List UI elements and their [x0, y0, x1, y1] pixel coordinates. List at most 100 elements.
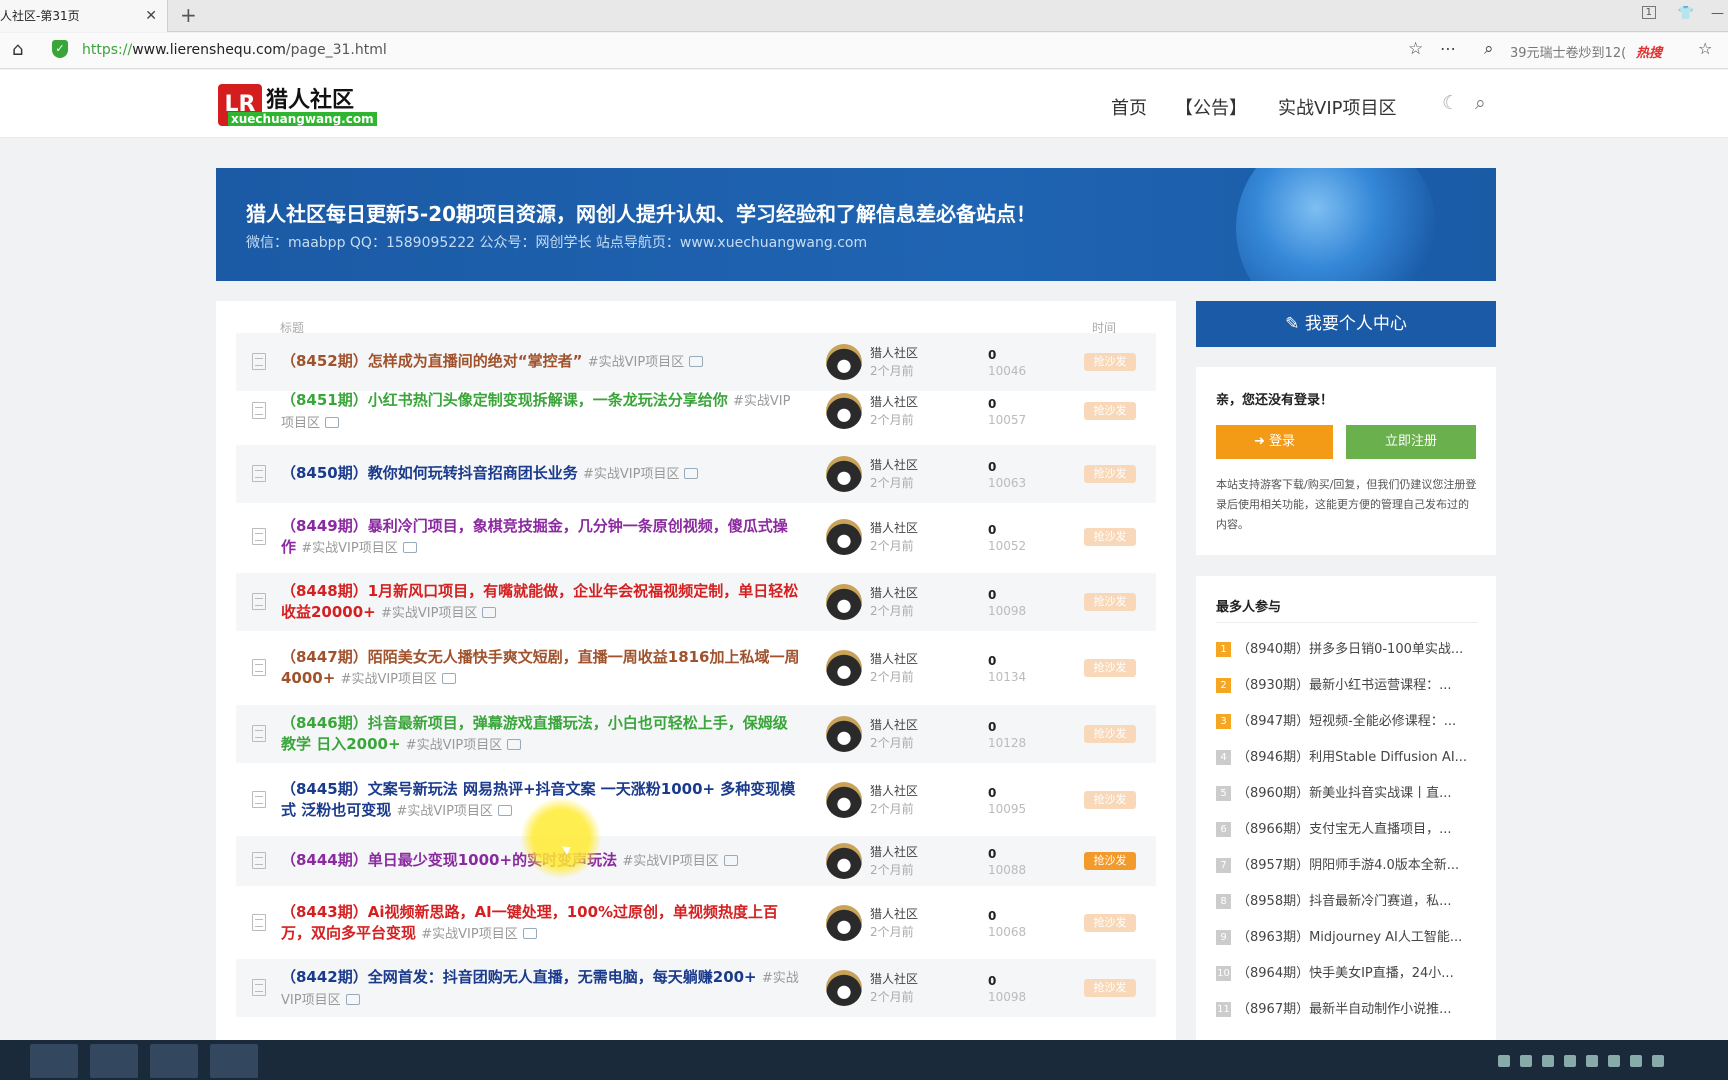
url-field[interactable]: https://www.lierenshequ.com/page_31.html — [82, 42, 387, 58]
sofa-badge[interactable]: 抢沙发 — [1084, 979, 1136, 997]
popular-item[interactable]: 7 （8957期）阴阳师手游4.0版本全新... — [1216, 854, 1486, 874]
post-title[interactable]: （8447期）陌陌美女无人播快手爽文短剧，直播一周收益1816加上私域一周400… — [281, 647, 801, 690]
post-title[interactable]: （8442期）全网首发：抖音团购无人直播，无需电脑，每天躺赚200+ #实战VI… — [281, 967, 801, 1011]
post-row[interactable]: （8447期）陌陌美女无人播快手爽文短剧，直播一周收益1816加上私域一周400… — [236, 639, 1156, 697]
sofa-badge[interactable]: 抢沙发 — [1084, 659, 1136, 677]
sofa-badge[interactable]: 抢沙发 — [1084, 353, 1136, 371]
post-title[interactable]: （8450期）教你如何玩转抖音招商团长业务 #实战VIP项目区 — [281, 463, 801, 485]
bookmark-star-icon[interactable]: ☆ — [1408, 39, 1423, 59]
avatar[interactable] — [826, 456, 862, 492]
post-tag[interactable]: #实战VIP项目区 — [583, 467, 679, 482]
post-row[interactable]: （8444期）单日最少变现1000+的实时变声玩法 #实战VIP项目区 猎人社区 2… — [236, 836, 1156, 886]
sofa-badge[interactable]: 抢沙发 — [1084, 465, 1136, 483]
sofa-badge[interactable]: 抢沙发 — [1084, 528, 1136, 546]
post-row[interactable]: （8448期）1月新风口项目，有嘴就能做，企业年会祝福视频定制，单日轻松收益20… — [236, 573, 1156, 631]
post-tag[interactable]: #实战VIP项目区 — [341, 672, 437, 687]
avatar[interactable] — [826, 519, 862, 555]
author-name[interactable]: 猎人社区 — [870, 344, 918, 361]
author-name[interactable]: 猎人社区 — [870, 650, 918, 667]
author-name[interactable]: 猎人社区 — [870, 519, 918, 536]
hot-search-label[interactable]: 热搜 — [1636, 42, 1662, 61]
post-row[interactable]: （8449期）暴利冷门项目，象棋竞技掘金，几分钟一条原创视频，傻瓜式操作 #实战… — [236, 508, 1156, 566]
popular-item[interactable]: 11 （8967期）最新半自动制作小说推... — [1216, 998, 1486, 1018]
avatar[interactable] — [826, 650, 862, 686]
taskbar-browser[interactable] — [210, 1044, 258, 1078]
login-button[interactable]: ➜ 登录 — [1216, 425, 1333, 459]
post-title[interactable]: （8451期）小红书热门头像定制变现拆解课，一条龙玩法分享给你 #实战VIP项目… — [281, 390, 801, 434]
avatar[interactable] — [826, 970, 862, 1006]
popular-item[interactable]: 5 （8960期）新美业抖音实战课丨直... — [1216, 782, 1486, 802]
post-row[interactable]: （8443期）Ai视频新思路，AI一键处理，100%过原创，单视频热度上百万，双… — [236, 894, 1156, 952]
popular-item[interactable]: 1 （8940期）拼多多日销0-100单实战... — [1216, 638, 1486, 658]
post-tag[interactable]: #实战VIP项目区 — [421, 927, 517, 942]
author-name[interactable]: 猎人社区 — [870, 843, 918, 860]
popular-item[interactable]: 3 （8947期）短视频-全能必修课程：... — [1216, 710, 1486, 730]
post-row[interactable]: （8446期）抖音最新项目，弹幕游戏直播玩法，小白也可轻松上手，保姆级教学 日入… — [236, 705, 1156, 763]
nav-home[interactable]: 首页 — [1111, 94, 1147, 120]
post-title[interactable]: （8452期）怎样成为直播间的绝对“掌控者” #实战VIP项目区 — [281, 351, 801, 373]
more-icon[interactable]: ⋯ — [1440, 39, 1456, 58]
register-button[interactable]: 立即注册 — [1346, 425, 1476, 459]
popular-item[interactable]: 10 （8964期）快手美女IP直播，24小... — [1216, 962, 1486, 982]
nav-vip-zone[interactable]: 实战VIP项目区 — [1278, 94, 1396, 120]
post-title[interactable]: （8449期）暴利冷门项目，象棋竞技掘金，几分钟一条原创视频，傻瓜式操作 #实战… — [281, 516, 801, 559]
sofa-badge[interactable]: 抢沙发 — [1084, 852, 1136, 870]
minimize-icon[interactable]: — — [1711, 6, 1724, 21]
sofa-badge[interactable]: 抢沙发 — [1084, 725, 1136, 743]
author-name[interactable]: 猎人社区 — [870, 970, 918, 987]
sofa-badge[interactable]: 抢沙发 — [1084, 791, 1136, 809]
tab-count-badge[interactable]: 1 — [1641, 6, 1656, 19]
popular-item[interactable]: 6 （8966期）支付宝无人直播项目，... — [1216, 818, 1486, 838]
avatar[interactable] — [826, 716, 862, 752]
author-name[interactable]: 猎人社区 — [870, 905, 918, 922]
search-icon[interactable]: ⌕ — [1484, 39, 1494, 59]
site-logo[interactable]: LR 猎人社区 xuechuangwang.com — [218, 80, 377, 130]
site-search-icon[interactable]: ⌕ — [1475, 92, 1486, 114]
nav-announcement[interactable]: 【公告】 — [1175, 94, 1247, 120]
post-tag[interactable]: #实战VIP项目区 — [381, 606, 477, 621]
post-row[interactable]: （8442期）全网首发：抖音团购无人直播，无需电脑，每天躺赚200+ #实战VI… — [236, 959, 1156, 1017]
author-name[interactable]: 猎人社区 — [870, 782, 918, 799]
taskbar-app-3[interactable] — [150, 1044, 198, 1078]
avatar[interactable] — [826, 584, 862, 620]
post-title[interactable]: （8448期）1月新风口项目，有嘴就能做，企业年会祝福视频定制，单日轻松收益20… — [281, 581, 801, 624]
post-tag[interactable]: #实战VIP项目区 — [622, 854, 718, 869]
dark-mode-moon-icon[interactable]: ☾ — [1442, 92, 1459, 114]
avatar[interactable] — [826, 843, 862, 879]
home-icon[interactable]: ⌂ — [12, 39, 23, 60]
popular-item[interactable]: 4 （8946期）利用Stable Diffusion AI... — [1216, 746, 1486, 766]
popular-item[interactable]: 8 （8958期）抖音最新冷门赛道，私... — [1216, 890, 1486, 910]
avatar[interactable] — [826, 782, 862, 818]
sofa-badge[interactable]: 抢沙发 — [1084, 593, 1136, 611]
user-center-button[interactable]: ✎ 我要个人中心 — [1196, 301, 1496, 347]
post-row[interactable]: （8445期）文案号新玩法 网易热评+抖音文案 一天涨粉1000+ 多种变现模式… — [236, 771, 1156, 829]
favorites-icon[interactable]: ☆ — [1698, 39, 1712, 58]
author-name[interactable]: 猎人社区 — [870, 393, 918, 410]
close-tab-icon[interactable]: ✕ — [145, 0, 157, 32]
post-tag[interactable]: #实战VIP项目区 — [588, 355, 684, 370]
new-tab-icon[interactable]: + — [180, 3, 197, 27]
system-tray[interactable] — [1498, 1052, 1718, 1068]
popular-item[interactable]: 2 （8930期）最新小红书运营课程：... — [1216, 674, 1486, 694]
author-name[interactable]: 猎人社区 — [870, 584, 918, 601]
post-title[interactable]: （8443期）Ai视频新思路，AI一键处理，100%过原创，单视频热度上百万，双… — [281, 902, 801, 945]
avatar[interactable] — [826, 393, 862, 429]
author-name[interactable]: 猎人社区 — [870, 456, 918, 473]
post-tag[interactable]: #实战VIP项目区 — [301, 541, 397, 556]
post-row[interactable]: （8450期）教你如何玩转抖音招商团长业务 #实战VIP项目区 猎人社区 2个月前 0… — [236, 445, 1156, 503]
post-title[interactable]: （8446期）抖音最新项目，弹幕游戏直播玩法，小白也可轻松上手，保姆级教学 日入… — [281, 713, 801, 756]
post-tag[interactable]: #实战VIP项目区 — [406, 738, 502, 753]
taskbar-app-2[interactable] — [90, 1044, 138, 1078]
taskbar-app-1[interactable] — [30, 1044, 78, 1078]
popular-item[interactable]: 9 （8963期）Midjourney AI人工智能... — [1216, 926, 1486, 946]
search-hint[interactable]: 39元瑞士卷炒到12( — [1510, 42, 1626, 61]
sofa-badge[interactable]: 抢沙发 — [1084, 914, 1136, 932]
browser-tab[interactable]: 人社区-第31页 ✕ — [0, 0, 168, 32]
avatar[interactable] — [826, 905, 862, 941]
post-tag[interactable]: #实战VIP项目区 — [396, 804, 492, 819]
post-row[interactable]: （8451期）小红书热门头像定制变现拆解课，一条龙玩法分享给你 #实战VIP项目… — [236, 382, 1156, 440]
avatar[interactable] — [826, 344, 862, 380]
author-name[interactable]: 猎人社区 — [870, 716, 918, 733]
shirt-icon[interactable]: 👕 — [1678, 6, 1694, 21]
sofa-badge[interactable]: 抢沙发 — [1084, 402, 1136, 420]
